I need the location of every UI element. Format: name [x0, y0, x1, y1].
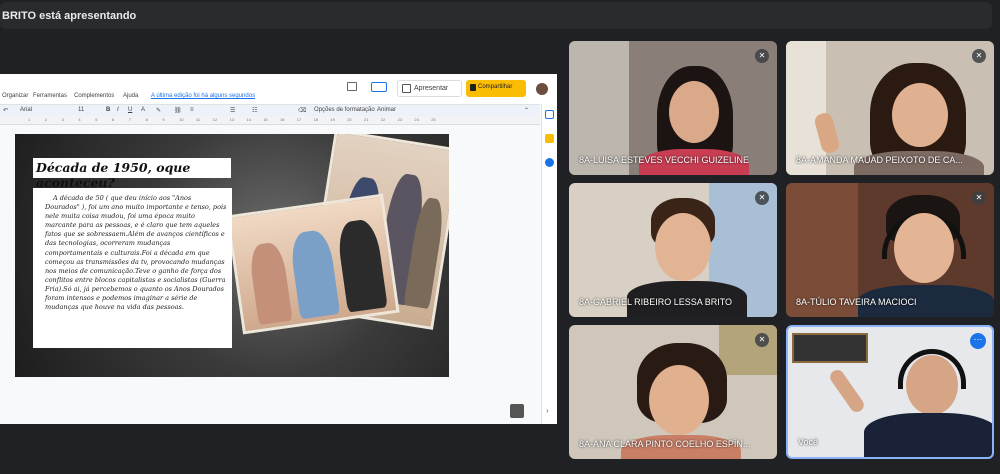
participant-name: 8A-LUISA ESTEVES VECCHI GUIZELINE [579, 155, 750, 165]
comment-icon[interactable] [347, 82, 357, 91]
menu-ferramentas[interactable]: Ferramentas [33, 93, 67, 99]
participant-tile[interactable]: ✕ 8A-ANA CLARA PINTO COELHO ESPÍN... [569, 325, 777, 459]
photo-women-illustration [226, 193, 400, 335]
mic-off-icon: ✕ [755, 191, 769, 205]
font-size-select[interactable]: 11 [78, 107, 84, 113]
mic-off-icon: ✕ [972, 191, 986, 205]
ruler-tick: 9 [162, 117, 165, 122]
clear-format-icon[interactable]: ⌫ [298, 107, 306, 114]
numbered-list-icon[interactable]: ☷ [252, 107, 257, 114]
participant-tile[interactable]: ✕ 8A-LUISA ESTEVES VECCHI GUIZELINE [569, 41, 777, 175]
link-icon[interactable]: ⛓ [174, 107, 182, 114]
zoom-button[interactable] [510, 404, 524, 418]
font-select[interactable]: Arial [20, 107, 32, 113]
ruler-tick: 21 [364, 117, 369, 122]
share-button[interactable]: Compartilhar [466, 80, 526, 97]
align-icon[interactable]: ≡ [190, 107, 194, 113]
underline-icon[interactable]: U [128, 107, 132, 113]
ruler-tick: 25 [431, 117, 436, 122]
participant-tile-self[interactable]: ⋯ Você [786, 325, 994, 459]
menu-organizar[interactable]: Organizar [2, 93, 28, 99]
ruler-tick: 22 [380, 117, 386, 122]
ruler-tick: 18 [313, 117, 319, 122]
participant-name: 8A-AMANDA MAUAD PEIXOTO DE CA... [796, 155, 963, 165]
shared-screen: Organizar Ferramentas Complementos Ajuda… [0, 74, 557, 424]
present-icon [402, 84, 411, 93]
docs-menubar: Organizar Ferramentas Complementos Ajuda… [0, 74, 557, 104]
ruler-tick: 2 [44, 117, 48, 122]
participant-name: 8A-GABRIEL RIBEIRO LESSA BRITO [579, 297, 733, 307]
ruler-tick: 20 [347, 117, 352, 122]
ruler-tick: 10 [179, 117, 184, 122]
ruler-tick: 24 [414, 117, 419, 122]
presenting-banner: BRITO está apresentando [0, 2, 992, 29]
chevron-up-icon[interactable]: ⌃ [524, 107, 529, 114]
ruler-tick: 6 [112, 117, 115, 122]
meet-icon[interactable] [371, 82, 387, 92]
ruler-tick: 23 [397, 117, 403, 122]
ruler-tick: 12 [212, 117, 218, 122]
mic-off-icon: ✕ [755, 333, 769, 347]
participant-name: 8A-TÚLIO TAVEIRA MACIOCI [796, 297, 917, 307]
present-label: Apresentar [414, 85, 449, 92]
ruler-tick: 11 [196, 117, 201, 122]
ruler-tick: 19 [330, 117, 335, 122]
participant-name: Você [798, 437, 819, 447]
animate-button[interactable]: Animar [377, 107, 396, 113]
docs-side-panel: › [541, 104, 557, 424]
ruler-tick: 4 [78, 117, 81, 122]
mic-off-icon: ✕ [755, 49, 769, 63]
participant-tile[interactable]: ✕ 8A-GABRIEL RIBEIRO LESSA BRITO [569, 183, 777, 317]
ruler-tick: 16 [280, 117, 285, 122]
last-edit-link[interactable]: A última edição foi há alguns segundos [151, 93, 255, 99]
calendar-icon[interactable] [545, 110, 554, 119]
avatar[interactable] [536, 83, 548, 95]
participant-tile[interactable]: ✕ 8A-AMANDA MAUAD PEIXOTO DE CA... [786, 41, 994, 175]
ruler-tick: 5 [95, 117, 98, 122]
bold-icon[interactable]: B [106, 107, 110, 113]
ruler-tick: 3 [61, 117, 64, 122]
ruler-tick: 13 [229, 117, 235, 122]
slide-canvas[interactable]: Década de 1950, oque aconteceu? A década… [15, 134, 449, 377]
lock-icon [470, 84, 476, 91]
ruler-tick: 1 [28, 117, 31, 122]
list-icon[interactable]: ☰ [230, 107, 235, 114]
docs-toolbar: ↶ Arial 11 B I U A ✎ ⛓ ≡ ☰ ☷ ⌫ Opções de… [0, 104, 540, 116]
highlight-icon[interactable]: ✎ [156, 107, 161, 114]
top-bar: BRITO está apresentando [0, 0, 1000, 32]
chevron-right-icon[interactable]: › [546, 406, 549, 415]
format-options[interactable]: Opções de formatação [314, 107, 375, 113]
menu-ajuda[interactable]: Ajuda [123, 93, 138, 99]
presenting-text: BRITO está apresentando [2, 10, 137, 22]
participant-name: 8A-ANA CLARA PINTO COELHO ESPÍN... [579, 439, 751, 449]
present-button[interactable]: Apresentar [397, 80, 462, 97]
ruler-tick: 8 [145, 117, 148, 122]
text-color-icon[interactable]: A [141, 107, 145, 113]
share-label: Compartilhar [478, 84, 513, 90]
mic-off-icon: ✕ [972, 49, 986, 63]
tasks-icon[interactable] [545, 158, 554, 167]
menu-complementos[interactable]: Complementos [74, 93, 114, 99]
slide-title: Década de 1950, oque aconteceu? [33, 158, 231, 190]
ruler: 1 2 3 4 5 6 7 8 9 10 11 12 13 14 15 16 17 18 19 20 21 22 23 24 2… [0, 116, 540, 125]
undo-icon[interactable]: ↶ [3, 107, 8, 114]
ruler-tick: 14 [246, 117, 251, 122]
ruler-tick: 17 [296, 117, 302, 122]
italic-icon[interactable]: I [117, 107, 119, 113]
more-options-icon[interactable]: ⋯ [970, 333, 986, 349]
keep-icon[interactable] [545, 134, 554, 143]
slide-body-text: A década de 50 ( que deu início aos "Ano… [33, 188, 232, 348]
ruler-tick: 15 [263, 117, 268, 122]
participant-tile[interactable]: ✕ 8A-TÚLIO TAVEIRA MACIOCI [786, 183, 994, 317]
ruler-tick: 7 [128, 117, 132, 122]
